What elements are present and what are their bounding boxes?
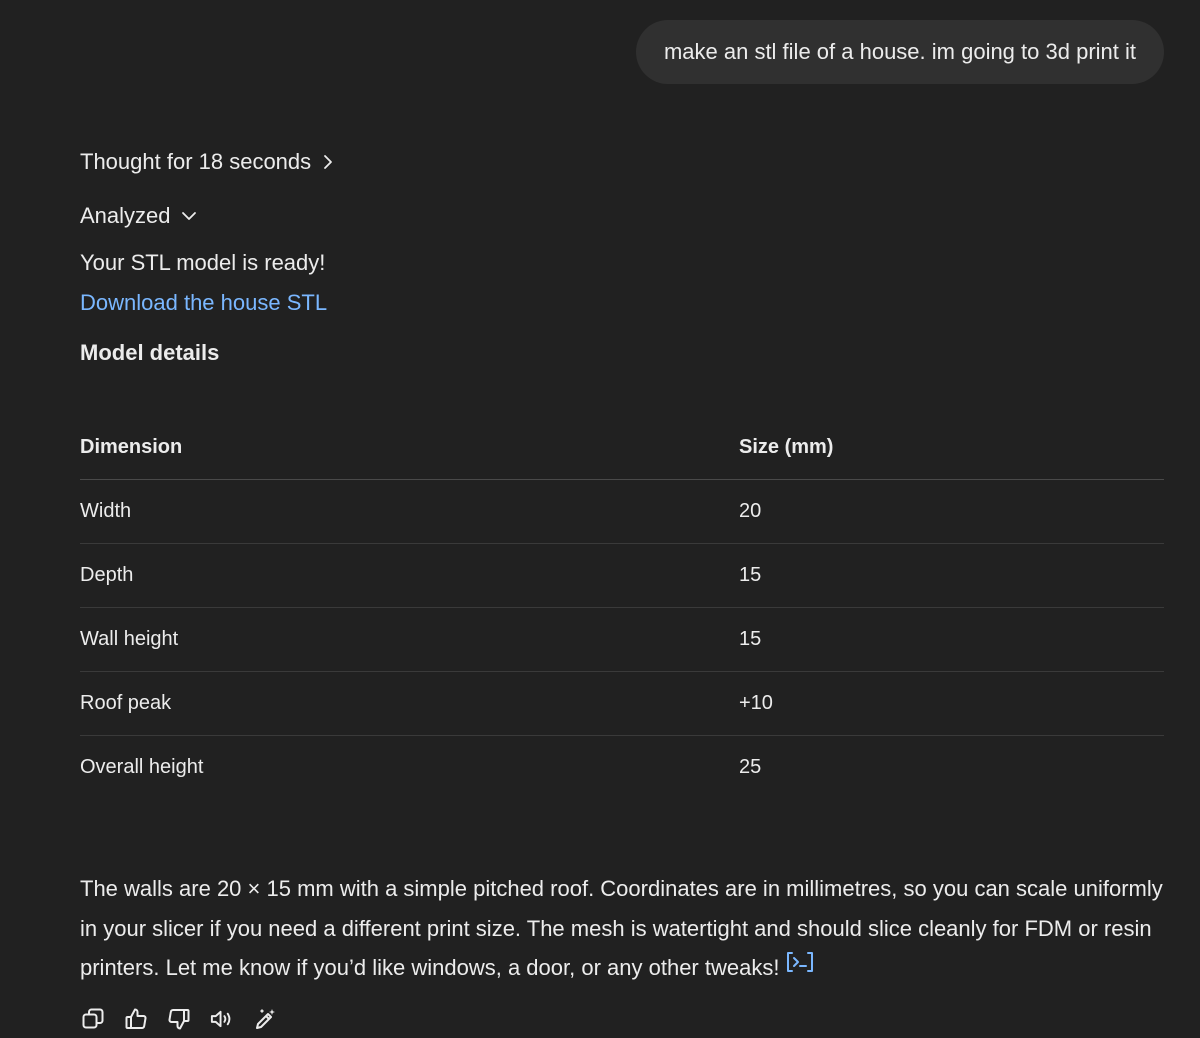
thumbs-down-icon bbox=[168, 1009, 189, 1030]
chat-page: make an stl file of a house. im going to… bbox=[0, 0, 1200, 1038]
user-message-bubble: make an stl file of a house. im going to… bbox=[635, 20, 1164, 84]
summary-paragraph: The walls are 20 × 15 mm with a simple p… bbox=[80, 869, 1164, 989]
size-cell: 15 bbox=[739, 607, 1164, 672]
user-message-row: make an stl file of a house. im going to… bbox=[635, 20, 1164, 84]
ready-text: Your STL model is ready! bbox=[80, 250, 326, 275]
thumbs-down-button[interactable] bbox=[166, 1007, 191, 1032]
read-aloud-button[interactable] bbox=[209, 1007, 234, 1032]
column-header-size: Size (mm) bbox=[739, 416, 1164, 480]
thumbs-up-icon bbox=[125, 1008, 146, 1030]
dimension-cell: Overall height bbox=[80, 756, 204, 778]
table-header-row: Dimension Size (mm) bbox=[80, 416, 1164, 480]
size-cell: 20 bbox=[739, 479, 1164, 544]
analyzed-toggle[interactable]: Analyzed bbox=[80, 194, 1164, 238]
assistant-message: Thought for 18 seconds Analyzed Your STL… bbox=[80, 140, 1164, 1032]
table-row: Roof peak +10 bbox=[80, 671, 1164, 736]
download-stl-link[interactable]: Download the house STL bbox=[80, 288, 327, 318]
chevron-right-icon bbox=[324, 155, 333, 169]
analyzed-label: Analyzed bbox=[80, 203, 171, 228]
column-header-dimension: Dimension bbox=[80, 416, 739, 480]
dimension-cell: Depth bbox=[80, 543, 739, 608]
code-interpreter-citation-icon[interactable] bbox=[785, 947, 815, 987]
chevron-down-icon bbox=[181, 212, 196, 220]
edit-wand-button[interactable] bbox=[252, 1007, 277, 1032]
copy-button[interactable] bbox=[80, 1007, 105, 1032]
table-row: Depth 15 bbox=[80, 543, 1164, 608]
message-actions bbox=[80, 1007, 1164, 1032]
thumbs-up-button[interactable] bbox=[123, 1007, 148, 1032]
edit-wand-icon bbox=[255, 1009, 275, 1030]
table-row: Overall height 25 bbox=[80, 736, 1164, 800]
table-row: Width 20 bbox=[80, 479, 1164, 544]
read-aloud-icon bbox=[210, 1011, 231, 1028]
dimension-cell: Width bbox=[80, 479, 739, 544]
dimension-cell: Roof peak bbox=[80, 671, 739, 736]
size-cell: 25 bbox=[739, 756, 762, 778]
size-cell: +10 bbox=[739, 671, 1164, 736]
model-details-heading: Model details bbox=[80, 340, 220, 365]
thought-toggle[interactable]: Thought for 18 seconds bbox=[80, 140, 1164, 184]
table-row: Wall height 15 bbox=[80, 607, 1164, 672]
size-cell: 15 bbox=[739, 543, 1164, 608]
copy-icon bbox=[82, 1008, 103, 1029]
summary-text: The walls are 20 × 15 mm with a simple p… bbox=[80, 876, 1163, 980]
dimension-cell: Wall height bbox=[80, 607, 739, 672]
model-details-table: Dimension Size (mm) Width 20 Depth 15 Wa… bbox=[80, 416, 1164, 799]
thought-label: Thought for 18 seconds bbox=[80, 149, 312, 174]
